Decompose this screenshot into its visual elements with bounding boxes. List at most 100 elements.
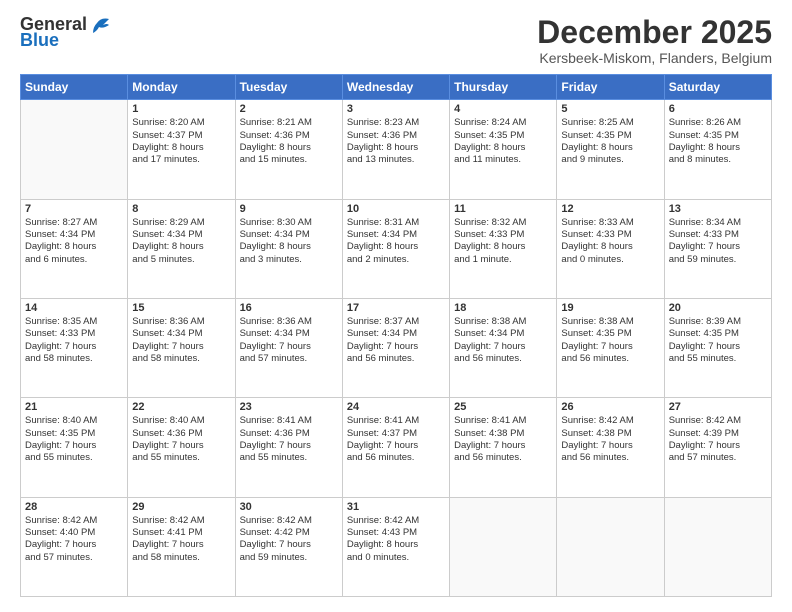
day-number: 21 (25, 401, 123, 413)
day-number: 9 (240, 203, 338, 215)
table-row: 11 Sunrise: 8:32 AMSunset: 4:33 PMDayligh… (450, 199, 557, 298)
subtitle: Kersbeek-Miskom, Flanders, Belgium (537, 50, 772, 66)
table-row: 9 Sunrise: 8:30 AMSunset: 4:34 PMDaylight… (235, 199, 342, 298)
table-row: 23 Sunrise: 8:41 AMSunset: 4:36 PMDayligh… (235, 398, 342, 497)
logo-blue: Blue (20, 31, 59, 51)
day-info: Sunrise: 8:29 AMSunset: 4:34 PMDaylight:… (132, 217, 230, 266)
table-row: 5 Sunrise: 8:25 AMSunset: 4:35 PMDaylight… (557, 100, 664, 199)
day-number: 17 (347, 302, 445, 314)
table-row (664, 497, 771, 596)
day-number: 26 (561, 401, 659, 413)
main-title: December 2025 (537, 15, 772, 50)
day-number: 27 (669, 401, 767, 413)
table-row: 19 Sunrise: 8:38 AMSunset: 4:35 PMDayligh… (557, 298, 664, 397)
col-thursday: Thursday (450, 75, 557, 100)
day-number: 28 (25, 501, 123, 513)
col-monday: Monday (128, 75, 235, 100)
day-number: 31 (347, 501, 445, 513)
day-number: 29 (132, 501, 230, 513)
day-info: Sunrise: 8:25 AMSunset: 4:35 PMDaylight:… (561, 117, 659, 166)
logo: General Blue (20, 15, 111, 51)
col-tuesday: Tuesday (235, 75, 342, 100)
day-info: Sunrise: 8:42 AMSunset: 4:40 PMDaylight:… (25, 515, 123, 564)
day-number: 23 (240, 401, 338, 413)
table-row (557, 497, 664, 596)
table-row: 17 Sunrise: 8:37 AMSunset: 4:34 PMDayligh… (342, 298, 449, 397)
day-info: Sunrise: 8:38 AMSunset: 4:34 PMDaylight:… (454, 316, 552, 365)
table-row: 4 Sunrise: 8:24 AMSunset: 4:35 PMDaylight… (450, 100, 557, 199)
header: General Blue December 2025 Kersbeek-Misk… (20, 15, 772, 66)
day-number: 25 (454, 401, 552, 413)
col-saturday: Saturday (664, 75, 771, 100)
day-number: 6 (669, 103, 767, 115)
calendar-week-row: 14Sunrise: 8:35 AMSunset: 4:33 PMDayligh… (21, 298, 772, 397)
calendar-week-row: 21 Sunrise: 8:40 AMSunset: 4:35 PMDayligh… (21, 398, 772, 497)
logo-bird-icon (89, 15, 111, 35)
table-row: 6 Sunrise: 8:26 AMSunset: 4:35 PMDaylight… (664, 100, 771, 199)
table-row (450, 497, 557, 596)
day-info: Sunrise: 8:39 AMSunset: 4:35 PMDaylight:… (669, 316, 767, 365)
table-row: 30 Sunrise: 8:42 AMSunset: 4:42 PMDayligh… (235, 497, 342, 596)
calendar-header-row: Sunday Monday Tuesday Wednesday Thursday… (21, 75, 772, 100)
day-info: Sunrise: 8:41 AMSunset: 4:38 PMDaylight:… (454, 415, 552, 464)
day-info: Sunrise: 8:42 AMSunset: 4:41 PMDaylight:… (132, 515, 230, 564)
calendar-week-row: 28 Sunrise: 8:42 AMSunset: 4:40 PMDayligh… (21, 497, 772, 596)
day-info: Sunrise: 8:42 AMSunset: 4:39 PMDaylight:… (669, 415, 767, 464)
day-number: 30 (240, 501, 338, 513)
day-number: 4 (454, 103, 552, 115)
day-number: 22 (132, 401, 230, 413)
table-row: 31 Sunrise: 8:42 AMSunset: 4:43 PMDayligh… (342, 497, 449, 596)
day-number: 13 (669, 203, 767, 215)
col-wednesday: Wednesday (342, 75, 449, 100)
day-number: 3 (347, 103, 445, 115)
table-row: 10Sunrise: 8:31 AMSunset: 4:34 PMDayligh… (342, 199, 449, 298)
table-row: 26 Sunrise: 8:42 AMSunset: 4:38 PMDayligh… (557, 398, 664, 497)
day-info: Sunrise: 8:36 AMSunset: 4:34 PMDaylight:… (132, 316, 230, 365)
table-row: 2 Sunrise: 8:21 AMSunset: 4:36 PMDaylight… (235, 100, 342, 199)
table-row: 25 Sunrise: 8:41 AMSunset: 4:38 PMDayligh… (450, 398, 557, 497)
day-info: Sunrise: 8:36 AMSunset: 4:34 PMDaylight:… (240, 316, 338, 365)
day-info: Sunrise: 8:24 AMSunset: 4:35 PMDaylight:… (454, 117, 552, 166)
page: General Blue December 2025 Kersbeek-Misk… (0, 0, 792, 612)
table-row: 20Sunrise: 8:39 AMSunset: 4:35 PMDayligh… (664, 298, 771, 397)
day-info: Sunrise: 8:21 AMSunset: 4:36 PMDaylight:… (240, 117, 338, 166)
day-info: Sunrise: 8:42 AMSunset: 4:42 PMDaylight:… (240, 515, 338, 564)
day-number: 19 (561, 302, 659, 314)
table-row: 15Sunrise: 8:36 AMSunset: 4:34 PMDayligh… (128, 298, 235, 397)
day-info: Sunrise: 8:23 AMSunset: 4:36 PMDaylight:… (347, 117, 445, 166)
table-row: 18 Sunrise: 8:38 AMSunset: 4:34 PMDayligh… (450, 298, 557, 397)
day-info: Sunrise: 8:41 AMSunset: 4:37 PMDaylight:… (347, 415, 445, 464)
day-number: 24 (347, 401, 445, 413)
day-number: 2 (240, 103, 338, 115)
day-info: Sunrise: 8:32 AMSunset: 4:33 PMDaylight:… (454, 217, 552, 266)
day-info: Sunrise: 8:20 AMSunset: 4:37 PMDaylight:… (132, 117, 230, 166)
calendar-week-row: 7Sunrise: 8:27 AMSunset: 4:34 PMDaylight… (21, 199, 772, 298)
day-number: 16 (240, 302, 338, 314)
day-number: 11 (454, 203, 552, 215)
calendar-table: Sunday Monday Tuesday Wednesday Thursday… (20, 74, 772, 597)
table-row: 12Sunrise: 8:33 AMSunset: 4:33 PMDayligh… (557, 199, 664, 298)
day-info: Sunrise: 8:27 AMSunset: 4:34 PMDaylight:… (25, 217, 123, 266)
table-row: 1 Sunrise: 8:20 AMSunset: 4:37 PMDaylight… (128, 100, 235, 199)
table-row: 14Sunrise: 8:35 AMSunset: 4:33 PMDayligh… (21, 298, 128, 397)
table-row: 16 Sunrise: 8:36 AMSunset: 4:34 PMDayligh… (235, 298, 342, 397)
day-number: 18 (454, 302, 552, 314)
table-row: 8Sunrise: 8:29 AMSunset: 4:34 PMDaylight… (128, 199, 235, 298)
calendar-week-row: 1 Sunrise: 8:20 AMSunset: 4:37 PMDaylight… (21, 100, 772, 199)
day-info: Sunrise: 8:38 AMSunset: 4:35 PMDaylight:… (561, 316, 659, 365)
day-info: Sunrise: 8:40 AMSunset: 4:36 PMDaylight:… (132, 415, 230, 464)
table-row: 3 Sunrise: 8:23 AMSunset: 4:36 PMDaylight… (342, 100, 449, 199)
day-info: Sunrise: 8:40 AMSunset: 4:35 PMDaylight:… (25, 415, 123, 464)
day-info: Sunrise: 8:42 AMSunset: 4:43 PMDaylight:… (347, 515, 445, 564)
day-info: Sunrise: 8:26 AMSunset: 4:35 PMDaylight:… (669, 117, 767, 166)
day-info: Sunrise: 8:37 AMSunset: 4:34 PMDaylight:… (347, 316, 445, 365)
day-info: Sunrise: 8:41 AMSunset: 4:36 PMDaylight:… (240, 415, 338, 464)
day-info: Sunrise: 8:42 AMSunset: 4:38 PMDaylight:… (561, 415, 659, 464)
day-number: 5 (561, 103, 659, 115)
day-number: 1 (132, 103, 230, 115)
title-block: December 2025 Kersbeek-Miskom, Flanders,… (537, 15, 772, 66)
day-number: 10 (347, 203, 445, 215)
day-info: Sunrise: 8:33 AMSunset: 4:33 PMDaylight:… (561, 217, 659, 266)
day-info: Sunrise: 8:30 AMSunset: 4:34 PMDaylight:… (240, 217, 338, 266)
table-row: 29 Sunrise: 8:42 AMSunset: 4:41 PMDayligh… (128, 497, 235, 596)
